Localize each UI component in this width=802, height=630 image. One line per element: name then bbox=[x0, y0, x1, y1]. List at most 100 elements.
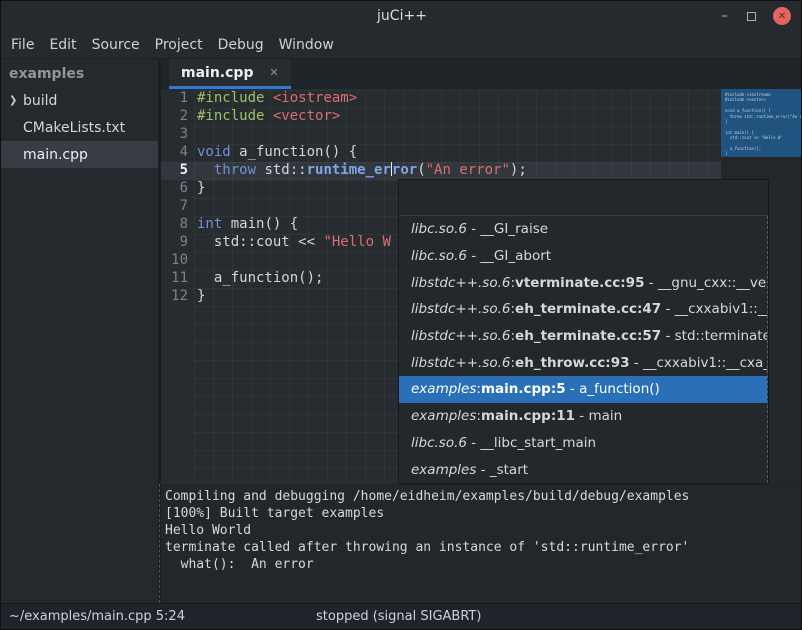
tab-label: main.cpp bbox=[181, 65, 253, 81]
backtrace-library: libc.so.6 bbox=[411, 248, 467, 264]
sidebar-item-cmakelists-txt[interactable]: CMakeLists.txt bbox=[1, 114, 158, 141]
line-number: 6 bbox=[161, 180, 194, 198]
code-token: int bbox=[197, 216, 222, 232]
backtrace-library: libstdc++.so.6 bbox=[411, 301, 510, 317]
menu-item-window[interactable]: Window bbox=[279, 37, 334, 53]
sidebar-item-label: CMakeLists.txt bbox=[23, 120, 125, 136]
code-token: std::cout << bbox=[197, 234, 323, 250]
line-number: 8 bbox=[161, 216, 194, 234]
code-token: a_function() { bbox=[231, 144, 357, 160]
backtrace-function: - __GI_raise bbox=[467, 221, 548, 237]
backtrace-function: - __libc_start_main bbox=[467, 435, 596, 451]
line-number: 1 bbox=[161, 90, 194, 108]
backtrace-function: - __gnu_cxx::__verbos bbox=[644, 275, 767, 291]
line-number: 11 bbox=[161, 270, 194, 288]
overview-map[interactable]: #include <iostream>#include <vector> voi… bbox=[721, 89, 801, 157]
project-name: examples bbox=[1, 59, 158, 87]
juci-window: juCi++ – ✕ File Edit Source Project Debug Win… bbox=[0, 0, 802, 630]
status-debug-state: stopped (signal SIGABRT) bbox=[316, 609, 481, 624]
sidebar-item-build[interactable]: ❯build bbox=[1, 87, 158, 114]
code-token: } bbox=[197, 288, 205, 304]
terminal-line: terminate called after throwing an insta… bbox=[165, 539, 802, 556]
line-number: 7 bbox=[161, 198, 194, 216]
code-token: "An error" bbox=[426, 162, 510, 178]
line-number: 12 bbox=[161, 288, 194, 306]
backtrace-file-line: eh_terminate.cc:57 bbox=[515, 328, 661, 344]
menu-item-edit[interactable]: Edit bbox=[49, 37, 76, 53]
line-number: 2 bbox=[161, 108, 194, 126]
terminal-output[interactable]: Compiling and debugging /home/eidheim/ex… bbox=[161, 484, 802, 603]
terminal-line: Compiling and debugging /home/eidheim/ex… bbox=[165, 488, 802, 505]
backtrace-item[interactable]: examples:main.cpp:11 - main bbox=[399, 403, 767, 430]
code-line: #include <vector> bbox=[194, 108, 721, 126]
backtrace-library: libstdc++.so.6 bbox=[411, 328, 510, 344]
backtrace-file-line: eh_terminate.cc:47 bbox=[515, 301, 661, 317]
status-bar: ~/examples/main.cpp 5:24 stopped (signal… bbox=[1, 603, 802, 630]
minimap-line: throw std::runtime_error("An error"); bbox=[725, 114, 801, 119]
code-token bbox=[197, 162, 214, 178]
menu-item-project[interactable]: Project bbox=[155, 37, 203, 53]
code-token: throw bbox=[214, 162, 256, 178]
code-token: ); bbox=[510, 162, 527, 178]
tab-close-icon[interactable]: ✕ bbox=[269, 66, 278, 79]
backtrace-library: libc.so.6 bbox=[411, 221, 467, 237]
menu-item-debug[interactable]: Debug bbox=[218, 37, 264, 53]
close-icon[interactable]: ✕ bbox=[773, 7, 791, 25]
code-token: } bbox=[197, 180, 205, 196]
code-token bbox=[264, 90, 272, 106]
code-line bbox=[194, 126, 721, 144]
backtrace-item[interactable]: examples - _start bbox=[399, 456, 767, 483]
backtrace-function: - std::terminate() bbox=[661, 328, 767, 344]
code-token: void bbox=[197, 144, 231, 160]
backtrace-item[interactable]: libstdc++.so.6:eh_terminate.cc:57 - std:… bbox=[399, 323, 767, 350]
minimap-line: } bbox=[725, 151, 801, 156]
minimize-icon[interactable]: – bbox=[719, 1, 730, 31]
sidebar: examples ❯build CMakeLists.txt main.cpp bbox=[1, 59, 158, 603]
backtrace-library: libstdc++.so.6 bbox=[411, 275, 510, 291]
chevron-right-icon: ❯ bbox=[9, 95, 23, 106]
backtrace-list: libc.so.6 - __GI_raiselibc.so.6 - __GI_a… bbox=[399, 216, 768, 483]
backtrace-function: - a_function() bbox=[566, 381, 660, 397]
restore-icon[interactable] bbox=[747, 12, 756, 21]
tab-main-cpp[interactable]: main.cpp ✕ bbox=[169, 59, 291, 89]
file-tree: ❯build CMakeLists.txt main.cpp bbox=[1, 87, 158, 168]
backtrace-item[interactable]: libstdc++.so.6:vterminate.cc:95 - __gnu_… bbox=[399, 269, 767, 296]
terminal-line: Hello World bbox=[165, 522, 802, 539]
terminal-line: [100%] Built target examples bbox=[165, 505, 802, 522]
line-number: 5 bbox=[161, 162, 194, 180]
menu-item-source[interactable]: Source bbox=[92, 37, 140, 53]
backtrace-file-line: main.cpp:11 bbox=[481, 408, 575, 424]
sidebar-item-label: main.cpp bbox=[23, 147, 88, 163]
code-token: main() { bbox=[222, 216, 298, 232]
backtrace-item[interactable]: libstdc++.so.6:eh_throw.cc:93 - __cxxabi… bbox=[399, 349, 767, 376]
sidebar-item-main-cpp[interactable]: main.cpp bbox=[1, 141, 158, 168]
code-line: void a_function() { bbox=[194, 144, 721, 162]
code-token: a_function(); bbox=[197, 270, 323, 286]
code-token: <iostream> bbox=[273, 90, 357, 106]
backtrace-item[interactable]: libc.so.6 - __GI_abort bbox=[399, 243, 767, 270]
code-token: std:: bbox=[256, 162, 307, 178]
code-line: #include <iostream> bbox=[194, 90, 721, 108]
code-token: #include bbox=[197, 90, 264, 106]
menu-bar: File Edit Source Project Debug Window bbox=[1, 31, 802, 59]
sidebar-item-label: build bbox=[23, 93, 57, 109]
code-token bbox=[264, 108, 272, 124]
backtrace-library: libstdc++.so.6 bbox=[411, 355, 510, 371]
code-token: #include bbox=[197, 108, 264, 124]
tab-bar: main.cpp ✕ bbox=[161, 59, 802, 89]
title-bar: juCi++ – ✕ bbox=[1, 1, 802, 31]
backtrace-library: examples bbox=[411, 462, 476, 478]
backtrace-popup: libc.so.6 - __GI_raiselibc.so.6 - __GI_a… bbox=[398, 179, 769, 484]
backtrace-function: - __cxxabiv1::__tern bbox=[661, 301, 767, 317]
backtrace-library: libc.so.6 bbox=[411, 435, 467, 451]
backtrace-file-line: vterminate.cc:95 bbox=[515, 275, 644, 291]
code-token: ror bbox=[392, 162, 417, 178]
terminal-line: what(): An error bbox=[165, 556, 802, 573]
backtrace-item[interactable]: examples:main.cpp:5 - a_function() bbox=[399, 376, 767, 403]
backtrace-item[interactable]: libc.so.6 - __libc_start_main bbox=[399, 430, 767, 457]
code-token: "Hello W bbox=[323, 234, 390, 250]
line-number: 9 bbox=[161, 234, 194, 252]
menu-item-file[interactable]: File bbox=[11, 37, 34, 53]
backtrace-item[interactable]: libstdc++.so.6:eh_terminate.cc:47 - __cx… bbox=[399, 296, 767, 323]
backtrace-item[interactable]: libc.so.6 - __GI_raise bbox=[399, 216, 767, 243]
